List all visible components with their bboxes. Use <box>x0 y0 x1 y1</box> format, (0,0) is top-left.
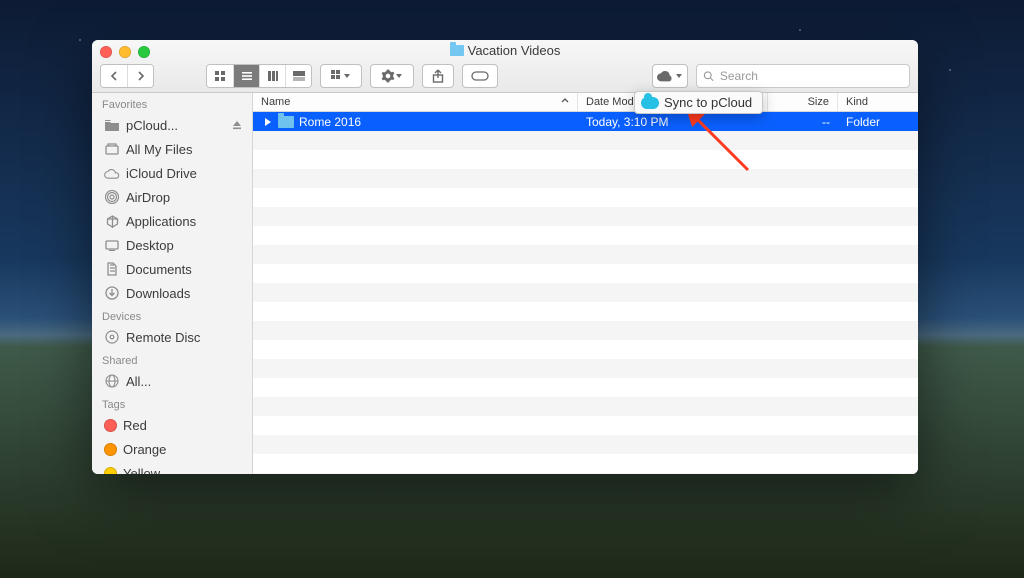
search-field[interactable] <box>696 64 910 88</box>
icon-view-button[interactable] <box>207 65 233 87</box>
sidebar-item-label: Remote Disc <box>126 330 200 345</box>
action-menu-button[interactable] <box>370 64 414 88</box>
disc-icon <box>104 330 120 344</box>
coverflow-view-button[interactable] <box>285 65 311 87</box>
column-header-label: Size <box>808 96 829 108</box>
sidebar-item-label: All My Files <box>126 142 192 157</box>
sidebar-item-icloud-drive[interactable]: iCloud Drive <box>92 161 252 185</box>
sidebar-item-label: Yellow <box>123 466 160 475</box>
column-header-size[interactable]: Size <box>768 93 838 111</box>
column-view-button[interactable] <box>259 65 285 87</box>
file-name: Rome 2016 <box>299 115 361 129</box>
airdrop-icon <box>104 190 120 204</box>
back-button[interactable] <box>101 65 127 87</box>
sort-indicator-icon <box>561 96 569 108</box>
sidebar-item-label: All... <box>126 374 151 389</box>
view-mode-buttons <box>206 64 312 88</box>
sidebar-item-pcloud[interactable]: pCloud... <box>92 113 252 137</box>
column-header-label: Kind <box>846 96 868 108</box>
tags-button[interactable] <box>462 64 498 88</box>
sidebar-item-label: AirDrop <box>126 190 170 205</box>
sidebar-section-favorites: Favorites <box>92 93 252 113</box>
tag-dot-icon <box>104 443 117 456</box>
search-icon <box>703 70 714 82</box>
sidebar-item-documents[interactable]: Documents <box>92 257 252 281</box>
window-title-text: Vacation Videos <box>468 43 561 58</box>
sidebar-tag-orange[interactable]: Orange <box>92 437 252 461</box>
titlebar: Vacation Videos <box>92 40 918 93</box>
sidebar-item-label: Documents <box>126 262 192 277</box>
sidebar-item-remote-disc[interactable]: Remote Disc <box>92 325 252 349</box>
folder-icon <box>450 45 464 56</box>
desktop-icon <box>104 240 120 251</box>
sidebar-item-label: Orange <box>123 442 166 457</box>
finder-window: Vacation Videos <box>92 40 918 474</box>
applications-icon <box>104 215 120 228</box>
documents-icon <box>104 262 120 276</box>
sidebar-item-all-my-files[interactable]: All My Files <box>92 137 252 161</box>
sidebar-tag-yellow[interactable]: Yellow <box>92 461 252 474</box>
desktop-wallpaper: Vacation Videos <box>0 0 1024 578</box>
search-input[interactable] <box>718 68 903 84</box>
toolbar <box>100 63 910 88</box>
file-size: -- <box>768 112 838 131</box>
window-title: Vacation Videos <box>92 43 918 58</box>
list-view-button[interactable] <box>233 65 259 87</box>
tag-dot-icon <box>104 419 117 432</box>
file-date: Today, 3:10 PM <box>578 112 768 131</box>
sidebar-item-label: iCloud Drive <box>126 166 197 181</box>
icloud-icon <box>104 168 120 179</box>
column-header-name[interactable]: Name <box>253 93 578 111</box>
navigation-buttons <box>100 64 154 88</box>
column-headers: Name Date Modified Size Kind <box>253 93 918 112</box>
pcloud-menu: Sync to pCloud <box>634 91 763 114</box>
sidebar-item-applications[interactable]: Applications <box>92 209 252 233</box>
eject-icon[interactable] <box>232 118 242 133</box>
forward-button[interactable] <box>127 65 153 87</box>
all-my-files-icon <box>104 143 120 155</box>
tag-dot-icon <box>104 467 117 475</box>
sidebar-item-label: Downloads <box>126 286 190 301</box>
pcloud-toolbar-button[interactable] <box>652 64 688 88</box>
folder-icon <box>104 120 120 131</box>
sidebar-section-shared: Shared <box>92 349 252 369</box>
column-header-label: Name <box>261 96 290 108</box>
pcloud-icon <box>641 97 659 109</box>
sidebar-item-airdrop[interactable]: AirDrop <box>92 185 252 209</box>
sidebar-section-devices: Devices <box>92 305 252 325</box>
file-row[interactable]: Rome 2016 Today, 3:10 PM--Folder <box>253 112 918 131</box>
sidebar-tag-red[interactable]: Red <box>92 413 252 437</box>
sidebar-item-label: Desktop <box>126 238 174 253</box>
sidebar-section-tags: Tags <box>92 393 252 413</box>
sidebar: Favorites pCloud... All My Files <box>92 93 253 474</box>
downloads-icon <box>104 286 120 300</box>
file-rows: Rome 2016 Today, 3:10 PM--Folder <box>253 112 918 474</box>
share-button[interactable] <box>422 64 454 88</box>
sidebar-item-label: pCloud... <box>126 118 178 133</box>
sidebar-item-all-shared[interactable]: All... <box>92 369 252 393</box>
disclosure-triangle-icon[interactable] <box>265 118 271 126</box>
folder-icon <box>278 116 294 128</box>
sidebar-item-desktop[interactable]: Desktop <box>92 233 252 257</box>
sidebar-item-label: Applications <box>126 214 196 229</box>
file-kind: Folder <box>838 112 918 131</box>
sidebar-item-label: Red <box>123 418 147 433</box>
network-icon <box>104 374 120 388</box>
sync-to-pcloud-item[interactable]: Sync to pCloud <box>664 95 752 110</box>
sidebar-item-downloads[interactable]: Downloads <box>92 281 252 305</box>
file-list: Name Date Modified Size Kind Rome 2016 To… <box>253 93 918 474</box>
window-body: Favorites pCloud... All My Files <box>92 93 918 474</box>
arrange-button[interactable] <box>320 64 362 88</box>
column-header-kind[interactable]: Kind <box>838 93 918 111</box>
